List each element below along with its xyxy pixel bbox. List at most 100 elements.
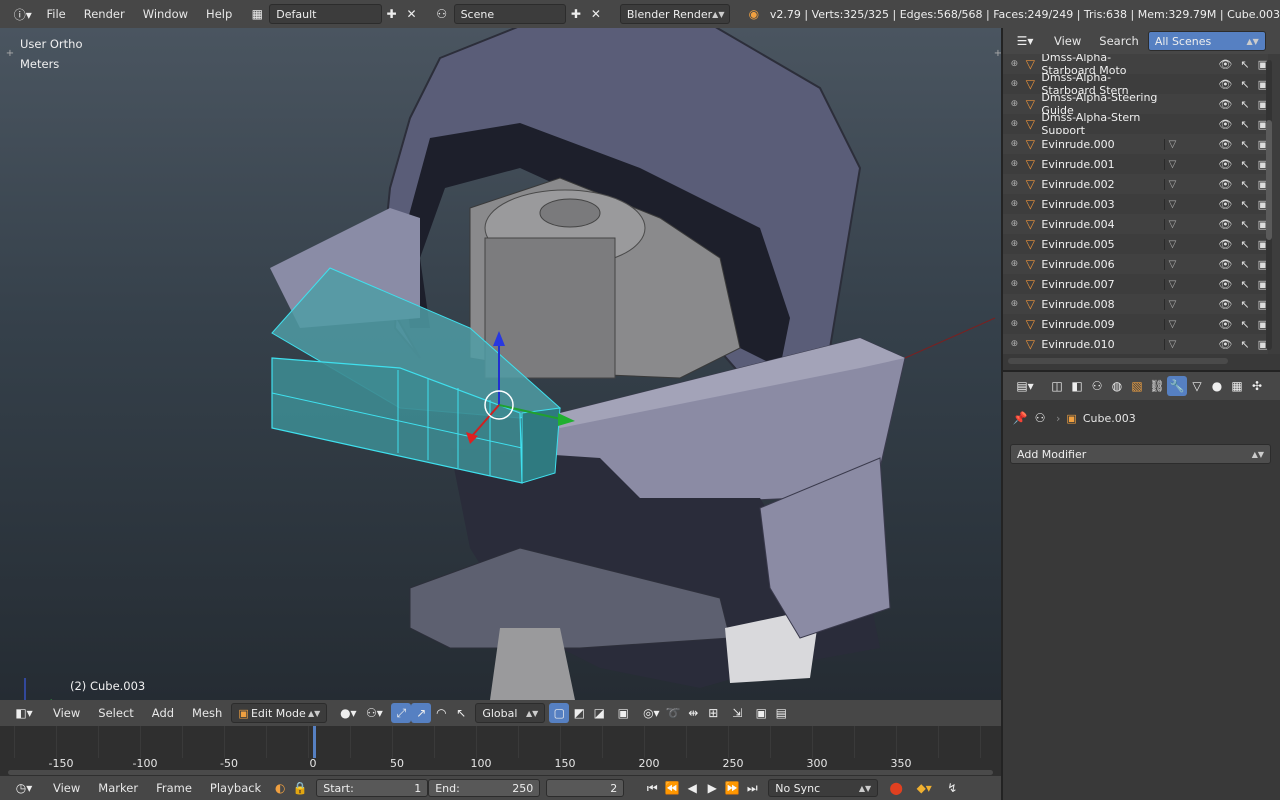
menu-frame[interactable]: Frame: [147, 781, 201, 795]
menu-mesh[interactable]: Mesh: [183, 706, 231, 720]
translate-manipulator-icon[interactable]: ↗: [411, 703, 432, 723]
visibility-eye-icon[interactable]: 👁: [1218, 138, 1232, 151]
outliner-item[interactable]: ⊕ ▽ Evinrude.009 ▽ 👁 ↖ ▣: [1003, 314, 1268, 334]
vertical-divider[interactable]: [1001, 28, 1003, 800]
scene-context-icon[interactable]: ⚇: [1030, 408, 1050, 428]
outliner-item[interactable]: ⊕ ▽ Evinrude.007 ▽ 👁 ↖ ▣: [1003, 274, 1268, 294]
visibility-eye-icon[interactable]: 👁: [1218, 238, 1232, 251]
play-reverse-icon[interactable]: ◀: [682, 778, 702, 798]
screen-layout-icon[interactable]: ▦: [247, 4, 267, 24]
expand-icon[interactable]: ⊕: [1003, 119, 1026, 129]
proportional-edit-icon[interactable]: ◎▾: [639, 703, 663, 723]
expand-icon[interactable]: ⊕: [1003, 59, 1026, 69]
scale-manipulator-icon[interactable]: ↖: [451, 703, 471, 723]
menu-add[interactable]: Add: [143, 706, 183, 720]
screen-layout-dropdown[interactable]: Default: [269, 4, 382, 24]
expand-icon[interactable]: ⊕: [1003, 279, 1026, 289]
particles-tab-icon[interactable]: ✣: [1247, 376, 1267, 396]
expand-icon[interactable]: ⊕: [1003, 239, 1026, 249]
jump-keyframe-forward-icon[interactable]: ⏩: [722, 778, 742, 798]
visibility-eye-icon[interactable]: 👁: [1218, 298, 1232, 311]
visibility-eye-icon[interactable]: 👁: [1218, 78, 1232, 91]
selectable-cursor-icon[interactable]: ↖: [1240, 318, 1249, 331]
visibility-eye-icon[interactable]: 👁: [1218, 158, 1232, 171]
transform-orientation-dropdown[interactable]: Global ▲▼: [475, 703, 546, 723]
render-engine-dropdown[interactable]: Blender Render ▲▼: [619, 4, 730, 24]
expand-icon[interactable]: ⊕: [1003, 319, 1026, 329]
menu-window[interactable]: Window: [134, 7, 197, 21]
selectable-cursor-icon[interactable]: ↖: [1240, 98, 1249, 111]
selectable-cursor-icon[interactable]: ↖: [1240, 278, 1249, 291]
world-tab-icon[interactable]: ◍: [1107, 376, 1127, 396]
outliner-hscrollbar[interactable]: [1008, 358, 1228, 364]
outliner-item[interactable]: ⊕ ▽ Dmss-Alpha-Stern Support 👁 ↖ ▣: [1003, 111, 1268, 137]
outliner-item[interactable]: ⊕ ▽ Evinrude.002 ▽ 👁 ↖ ▣: [1003, 174, 1268, 194]
expand-icon[interactable]: ⊕: [1003, 259, 1026, 269]
selectable-cursor-icon[interactable]: ↖: [1240, 178, 1249, 191]
timeline-editor[interactable]: -150 -100 -50 0 50 100 150 200 250 300 350: [0, 726, 1001, 776]
render-tab-icon[interactable]: ◫: [1047, 376, 1067, 396]
visibility-eye-icon[interactable]: 👁: [1218, 218, 1232, 231]
expand-icon[interactable]: ⊕: [1003, 339, 1026, 349]
scene-dropdown[interactable]: Scene: [453, 4, 566, 24]
outliner-list[interactable]: ⊕ ▽ Dmss-Alpha-Starboard Moto 👁 ↖ ▣ ⊕ ▽ Dmss-Alp…: [1003, 54, 1280, 354]
outliner-item[interactable]: ⊕ ▽ Evinrude.010 ▽ 👁 ↖ ▣: [1003, 334, 1268, 354]
selectable-cursor-icon[interactable]: ↖: [1240, 78, 1249, 91]
start-frame-field[interactable]: Start: 1: [316, 779, 429, 797]
jump-start-icon[interactable]: ⏮: [642, 778, 662, 798]
modifiers-tab-icon[interactable]: 🔧: [1167, 376, 1187, 396]
expand-icon[interactable]: ⊕: [1003, 99, 1026, 109]
outliner-item[interactable]: ⊕ ▽ Evinrude.003 ▽ 👁 ↖ ▣: [1003, 194, 1268, 214]
visibility-eye-icon[interactable]: 👁: [1218, 118, 1232, 131]
rotate-manipulator-icon[interactable]: ◠: [431, 703, 451, 723]
viewport-shading-icon[interactable]: ●▾: [335, 703, 361, 723]
visibility-eye-icon[interactable]: 👁: [1218, 278, 1232, 291]
outliner-scrollbar[interactable]: [1266, 60, 1272, 350]
add-scene-button[interactable]: ✚: [566, 4, 586, 24]
snap-target-icon[interactable]: ⇲: [727, 703, 747, 723]
limit-selection-icon[interactable]: ▣: [613, 703, 633, 723]
editor-type-properties-icon[interactable]: ▤▾: [1011, 376, 1039, 396]
mesh-select-mode-icon[interactable]: ➰: [663, 703, 683, 723]
visibility-eye-icon[interactable]: 👁: [1218, 98, 1232, 111]
menu-render[interactable]: Render: [75, 7, 134, 21]
pivot-point-icon[interactable]: ⚇▾: [361, 703, 387, 723]
menu-file[interactable]: File: [38, 7, 75, 21]
constraints-tab-icon[interactable]: ⛓: [1147, 376, 1167, 396]
edge-select-icon[interactable]: ◩: [569, 703, 589, 723]
expand-icon[interactable]: ⊕: [1003, 179, 1026, 189]
lock-range-icon[interactable]: 🔒: [290, 778, 310, 798]
render-layers-tab-icon[interactable]: ◧: [1067, 376, 1087, 396]
keyframe-insert-icon[interactable]: ↯: [942, 778, 962, 798]
menu-playback[interactable]: Playback: [201, 781, 270, 795]
selectable-cursor-icon[interactable]: ↖: [1240, 198, 1249, 211]
expand-icon[interactable]: ⊕: [1003, 299, 1026, 309]
outliner-item[interactable]: ⊕ ▽ Evinrude.008 ▽ 👁 ↖ ▣: [1003, 294, 1268, 314]
outliner-item[interactable]: ⊕ ▽ Evinrude.006 ▽ 👁 ↖ ▣: [1003, 254, 1268, 274]
editor-type-outliner-icon[interactable]: ☰▾: [1011, 31, 1039, 51]
add-modifier-dropdown[interactable]: Add Modifier ▲▼: [1010, 444, 1271, 464]
expand-icon[interactable]: ⊕: [1003, 219, 1026, 229]
remove-screen-button[interactable]: ✕: [402, 4, 422, 24]
snap-icon[interactable]: ⊞: [703, 703, 723, 723]
remove-scene-button[interactable]: ✕: [586, 4, 606, 24]
expand-icon[interactable]: ⊕: [1003, 79, 1026, 89]
render-still-icon[interactable]: ▣: [751, 703, 771, 723]
visibility-eye-icon[interactable]: 👁: [1218, 318, 1232, 331]
menu-marker[interactable]: Marker: [89, 781, 147, 795]
editor-type-3d-icon[interactable]: ◧▾: [10, 703, 38, 723]
visibility-eye-icon[interactable]: 👁: [1218, 338, 1232, 351]
selectable-cursor-icon[interactable]: ↖: [1240, 298, 1249, 311]
horizontal-divider[interactable]: [1003, 370, 1280, 372]
keying-set-icon[interactable]: ◆▾: [912, 778, 936, 798]
jump-end-icon[interactable]: ⏭: [742, 778, 762, 798]
sync-mode-dropdown[interactable]: No Sync ▲▼: [768, 779, 879, 797]
selectable-cursor-icon[interactable]: ↖: [1240, 118, 1249, 131]
3d-viewport[interactable]: User Ortho Meters (2) Cube.003 + +: [0, 28, 1001, 700]
texture-tab-icon[interactable]: ▦: [1227, 376, 1247, 396]
render-animation-icon[interactable]: ▤: [771, 703, 791, 723]
outliner-item[interactable]: ⊕ ▽ Evinrude.000 ▽ 👁 ↖ ▣: [1003, 134, 1268, 154]
record-keyframe-icon[interactable]: ⬤: [886, 778, 906, 798]
jump-keyframe-back-icon[interactable]: ⏪: [662, 778, 682, 798]
menu-timeline-view[interactable]: View: [44, 781, 89, 795]
